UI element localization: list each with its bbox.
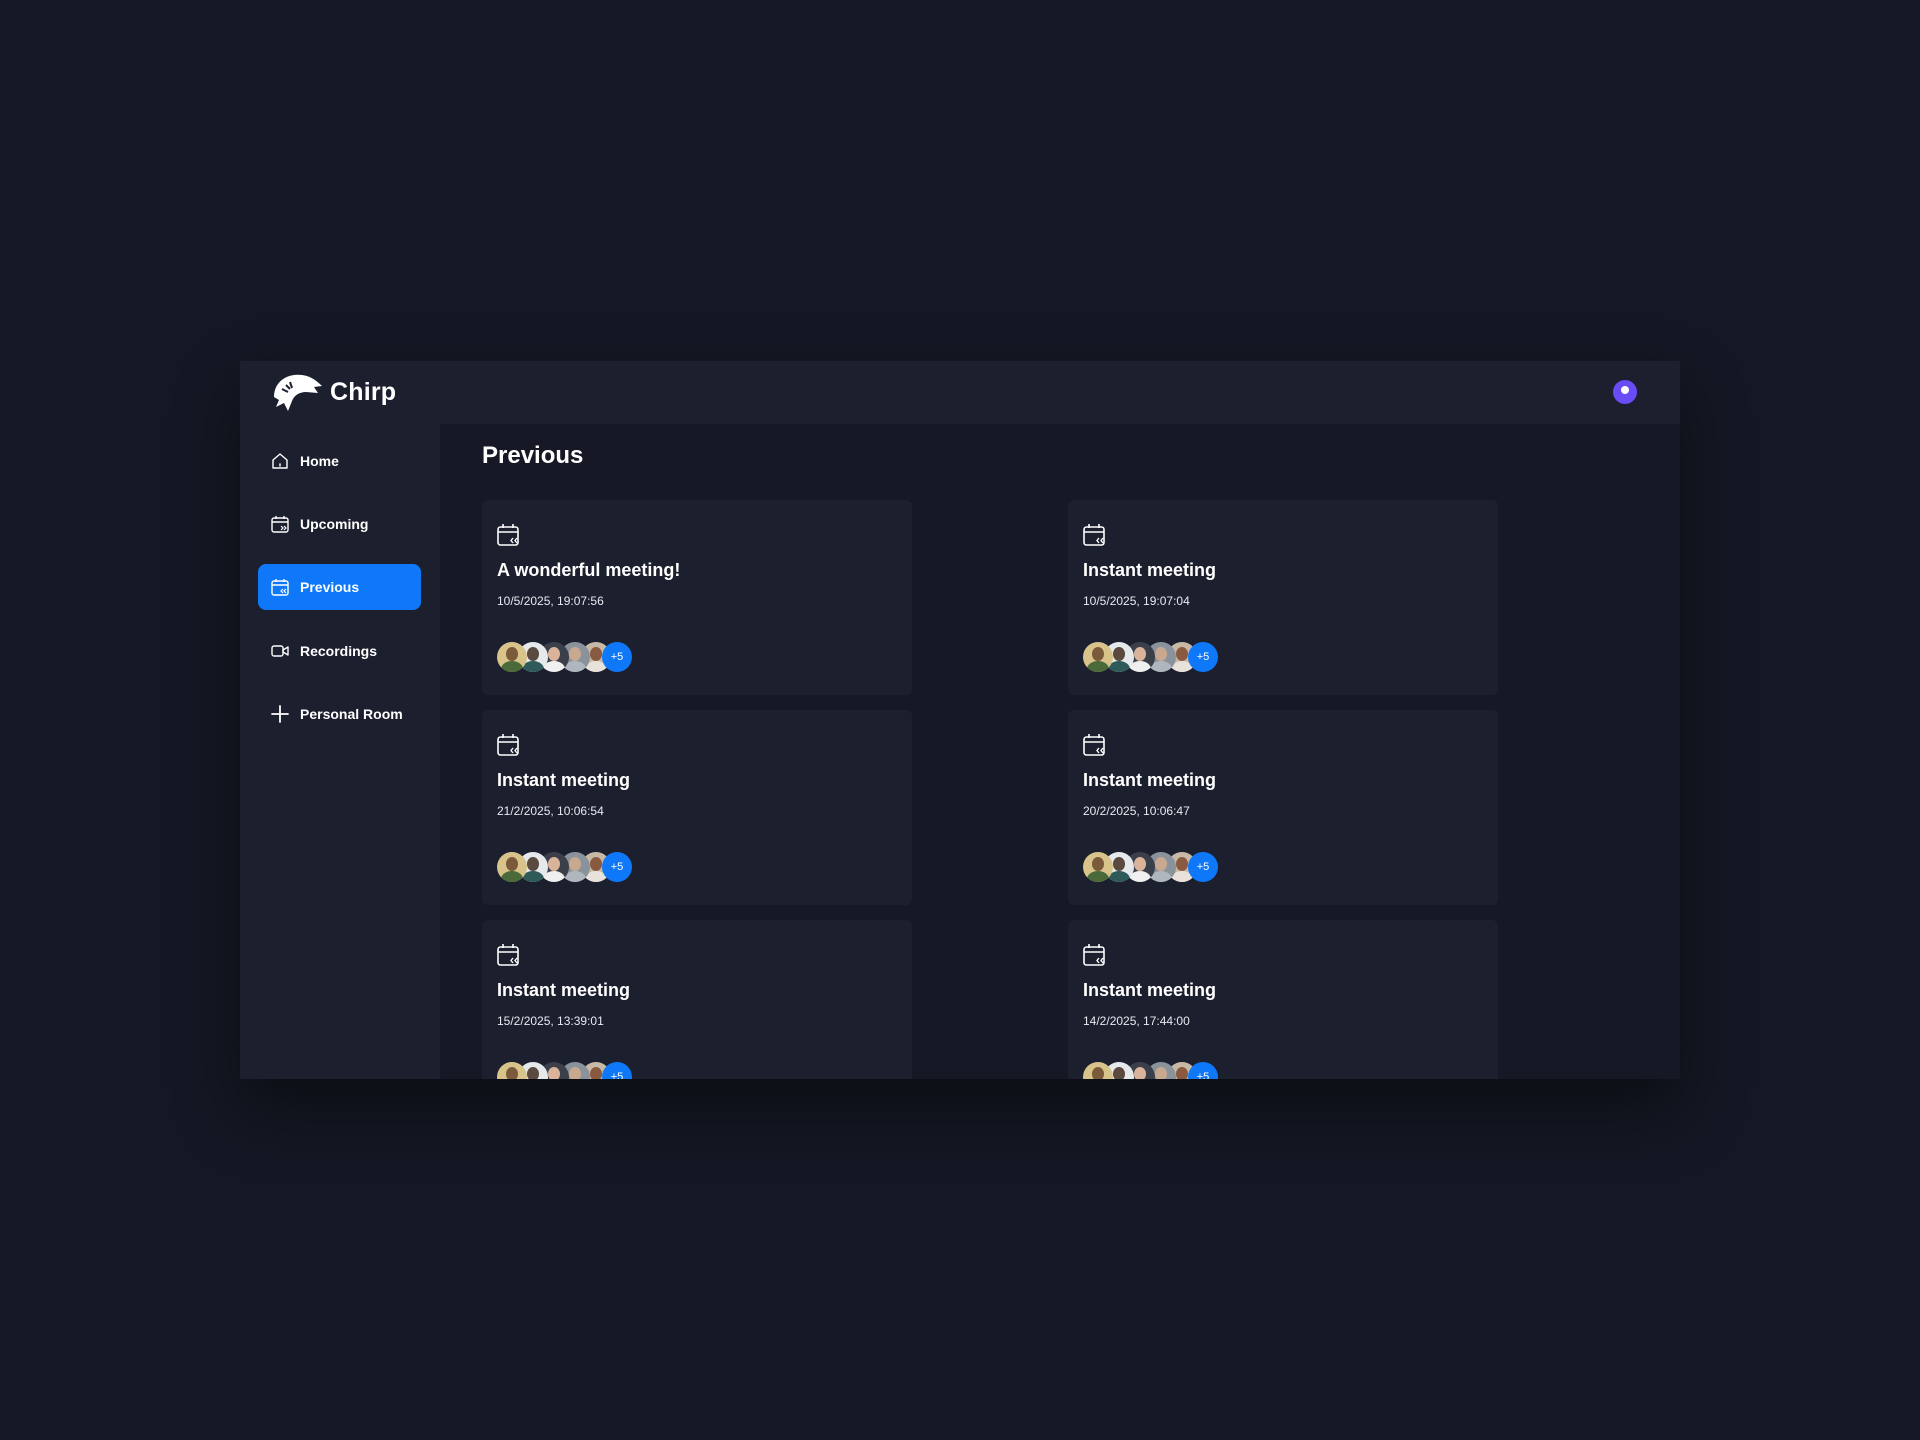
participant-avatar [497, 852, 527, 882]
page-title: Previous [482, 442, 584, 469]
meeting-title: Instant meeting [497, 980, 631, 1000]
more-participants-badge[interactable]: +5 [602, 1062, 632, 1079]
participant-avatars: +5 [497, 642, 632, 674]
calendar-upcoming-icon [270, 514, 290, 534]
more-participants-badge[interactable]: +5 [602, 642, 632, 672]
meeting-card[interactable]: Instant meeting 20/2/2025, 10:06:47 +5 [1068, 710, 1498, 905]
sidebar-item-personal-room[interactable]: Personal Room [258, 691, 421, 737]
sidebar-item-label: Upcoming [300, 516, 369, 532]
calendar-previous-icon [497, 524, 519, 546]
meeting-card[interactable]: Instant meeting 15/2/2025, 13:39:01 +5 [482, 920, 912, 1079]
main-content: Previous A wonderful meeting! 10/5/2025,… [440, 424, 1680, 1079]
meeting-title: Instant meeting [497, 770, 631, 790]
calendar-previous-icon [270, 577, 290, 597]
sidebar-item-home[interactable]: Home [258, 438, 421, 484]
chirp-logo-icon [274, 374, 322, 411]
participant-avatars: +5 [497, 1062, 632, 1079]
meeting-date: 10/5/2025, 19:07:56 [497, 594, 604, 608]
meeting-date: 15/2/2025, 13:39:01 [497, 1014, 604, 1028]
user-avatar-button[interactable] [1613, 380, 1637, 404]
meeting-card[interactable]: Instant meeting 10/5/2025, 19:07:04 +5 [1068, 500, 1498, 695]
meeting-date: 14/2/2025, 17:44:00 [1083, 1014, 1190, 1028]
sidebar: Home Upcoming Previous Recordings Person… [240, 424, 440, 1079]
calendar-previous-icon [1083, 524, 1105, 546]
top-navbar: Chirp [240, 361, 1680, 424]
calendar-previous-icon [497, 734, 519, 756]
participant-avatar [1083, 642, 1113, 672]
meeting-date: 21/2/2025, 10:06:54 [497, 804, 604, 818]
sidebar-item-previous[interactable]: Previous [258, 564, 421, 610]
meeting-title: Instant meeting [1083, 560, 1217, 580]
more-participants-badge[interactable]: +5 [1188, 1062, 1218, 1079]
participant-avatar [1083, 852, 1113, 882]
sidebar-item-label: Previous [300, 579, 360, 595]
participant-avatar [497, 642, 527, 672]
meeting-date: 20/2/2025, 10:06:47 [1083, 804, 1190, 818]
more-participants-badge[interactable]: +5 [1188, 852, 1218, 882]
app-name: Chirp [330, 377, 397, 406]
app-window: Chirp Home Upcoming Previous Recordings … [240, 361, 1680, 1079]
user-icon [1618, 386, 1632, 401]
meeting-card[interactable]: Instant meeting 21/2/2025, 10:06:54 +5 [482, 710, 912, 905]
calendar-previous-icon [1083, 734, 1105, 756]
meeting-title: Instant meeting [1083, 980, 1217, 1000]
sidebar-item-label: Recordings [300, 643, 378, 659]
logo[interactable]: Chirp [270, 371, 396, 413]
plus-icon [270, 704, 290, 724]
meeting-title: Instant meeting [1083, 770, 1217, 790]
sidebar-item-recordings[interactable]: Recordings [258, 628, 421, 674]
meeting-card[interactable]: A wonderful meeting! 10/5/2025, 19:07:56… [482, 500, 912, 695]
sidebar-item-upcoming[interactable]: Upcoming [258, 501, 421, 547]
sidebar-item-label: Home [300, 453, 339, 469]
participant-avatars: +5 [1083, 642, 1218, 674]
meeting-date: 10/5/2025, 19:07:04 [1083, 594, 1190, 608]
home-icon [270, 451, 290, 471]
calendar-previous-icon [497, 944, 519, 966]
sidebar-item-label: Personal Room [300, 706, 403, 722]
calendar-previous-icon [1083, 944, 1105, 966]
participant-avatars: +5 [1083, 852, 1218, 884]
participant-avatars: +5 [497, 852, 632, 884]
video-icon [270, 641, 290, 661]
more-participants-badge[interactable]: +5 [602, 852, 632, 882]
participant-avatars: +5 [1083, 1062, 1218, 1079]
meeting-card[interactable]: Instant meeting 14/2/2025, 17:44:00 +5 [1068, 920, 1498, 1079]
more-participants-badge[interactable]: +5 [1188, 642, 1218, 672]
meeting-title: A wonderful meeting! [497, 560, 681, 580]
